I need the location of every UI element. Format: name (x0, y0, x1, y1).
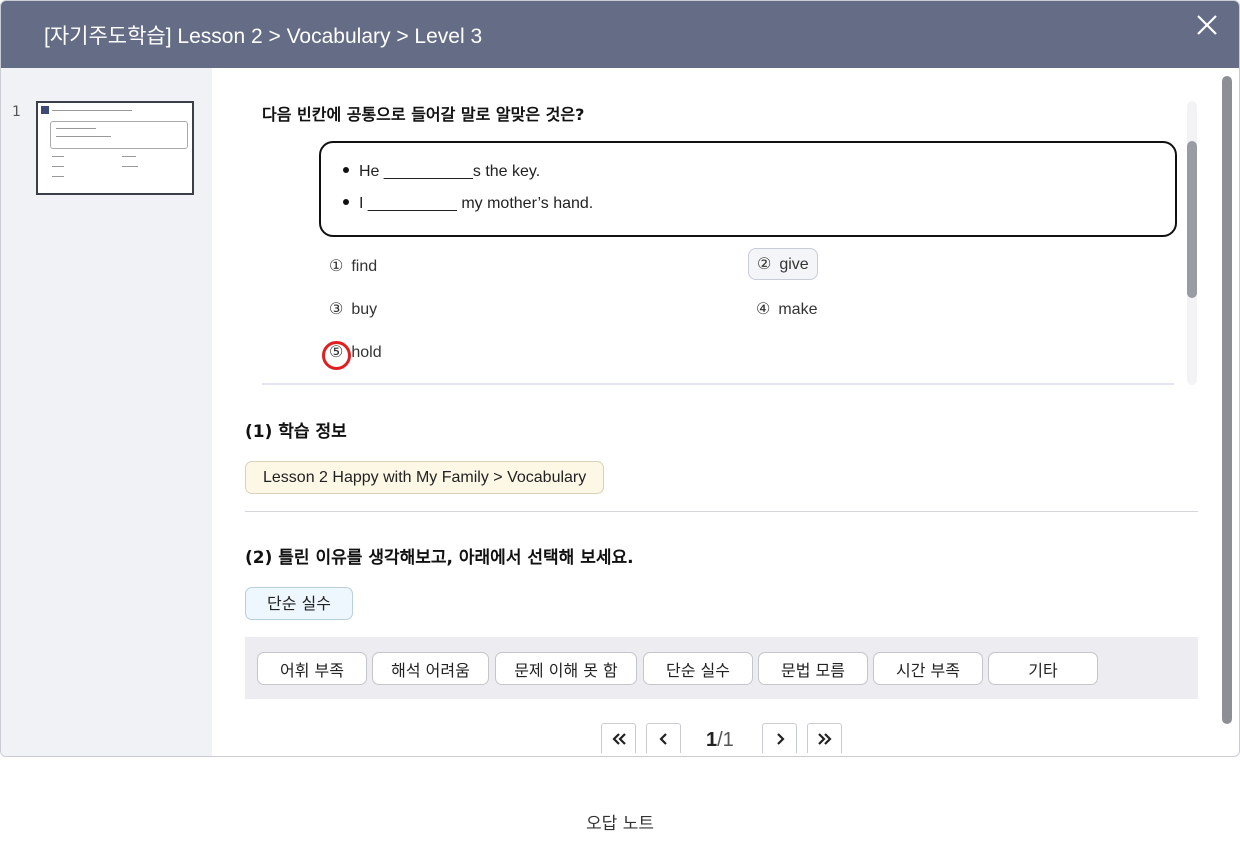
current-page: 1 (706, 729, 718, 751)
prev-page-button[interactable] (646, 723, 681, 753)
reason-button[interactable]: 문법 모름 (758, 652, 868, 685)
main-content: 다음 빈칸에 공통으로 들어갈 말로 알맞은 것은? He __________… (212, 68, 1239, 756)
main-scrollbar[interactable] (1222, 76, 1232, 724)
next-page-button[interactable] (762, 723, 797, 753)
close-icon (1197, 15, 1217, 35)
section-divider (245, 511, 1198, 512)
option-2-selected[interactable]: ② give (748, 248, 818, 280)
option-4[interactable]: ④ make (756, 299, 817, 319)
modal-header: [자기주도학습] Lesson 2 > Vocabulary > Level 3 (1, 1, 1239, 68)
selected-reason-chip: 단순 실수 (245, 587, 353, 620)
thumbnail-number: 1 (12, 104, 21, 120)
sentence-box: He __________s the key. I __________ my … (319, 141, 1177, 237)
reason-button[interactable]: 시간 부족 (873, 652, 983, 685)
reason-button[interactable]: 해석 어려움 (372, 652, 489, 685)
question-prompt: 다음 빈칸에 공통으로 들어갈 말로 알맞은 것은? (262, 105, 585, 124)
reason-options-bar: 어휘 부족 해석 어려움 문제 이해 못 함 단순 실수 문법 모름 시간 부족… (245, 637, 1198, 699)
question-divider (262, 383, 1174, 385)
sentence-item: I __________ my mother’s hand. (343, 195, 593, 213)
double-chevron-left-icon (611, 732, 626, 745)
section-title-learning-info: (1) 학습 정보 (245, 422, 347, 442)
question-thumbnail[interactable] (36, 101, 194, 195)
sentence-item: He __________s the key. (343, 163, 540, 181)
learning-info-chip: Lesson 2 Happy with My Family > Vocabula… (245, 461, 605, 494)
wrong-answer-modal: [자기주도학습] Lesson 2 > Vocabulary > Level 3… (0, 0, 1240, 757)
reason-button[interactable]: 기타 (988, 652, 1098, 685)
question-card: 다음 빈칸에 공통으로 들어갈 말로 알맞은 것은? He __________… (262, 94, 1177, 385)
modal-title: [자기주도학습] Lesson 2 > Vocabulary > Level 3 (44, 25, 483, 48)
footer-label: 오답 노트 (586, 814, 654, 834)
page-indicator: 1/1 (706, 729, 734, 752)
option-1[interactable]: ① find (329, 256, 377, 276)
double-chevron-right-icon (817, 732, 832, 745)
reason-button[interactable]: 단순 실수 (643, 652, 753, 685)
reason-button[interactable]: 어휘 부족 (257, 652, 367, 685)
total-pages: /1 (717, 729, 734, 751)
last-page-button[interactable] (807, 723, 842, 753)
reason-button[interactable]: 문제 이해 못 함 (495, 652, 637, 685)
chevron-right-icon (776, 732, 785, 745)
option-3[interactable]: ③ buy (329, 299, 377, 319)
question-list-sidebar: 1 (1, 68, 212, 756)
close-button[interactable] (1193, 11, 1221, 39)
correct-answer-mark (322, 341, 351, 370)
first-page-button[interactable] (601, 723, 636, 753)
question-scroll-thumb[interactable] (1187, 141, 1197, 298)
section-title-wrong-reason: (2) 틀린 이유를 생각해보고, 아래에서 선택해 보세요. (245, 548, 634, 568)
chevron-left-icon (658, 732, 667, 745)
